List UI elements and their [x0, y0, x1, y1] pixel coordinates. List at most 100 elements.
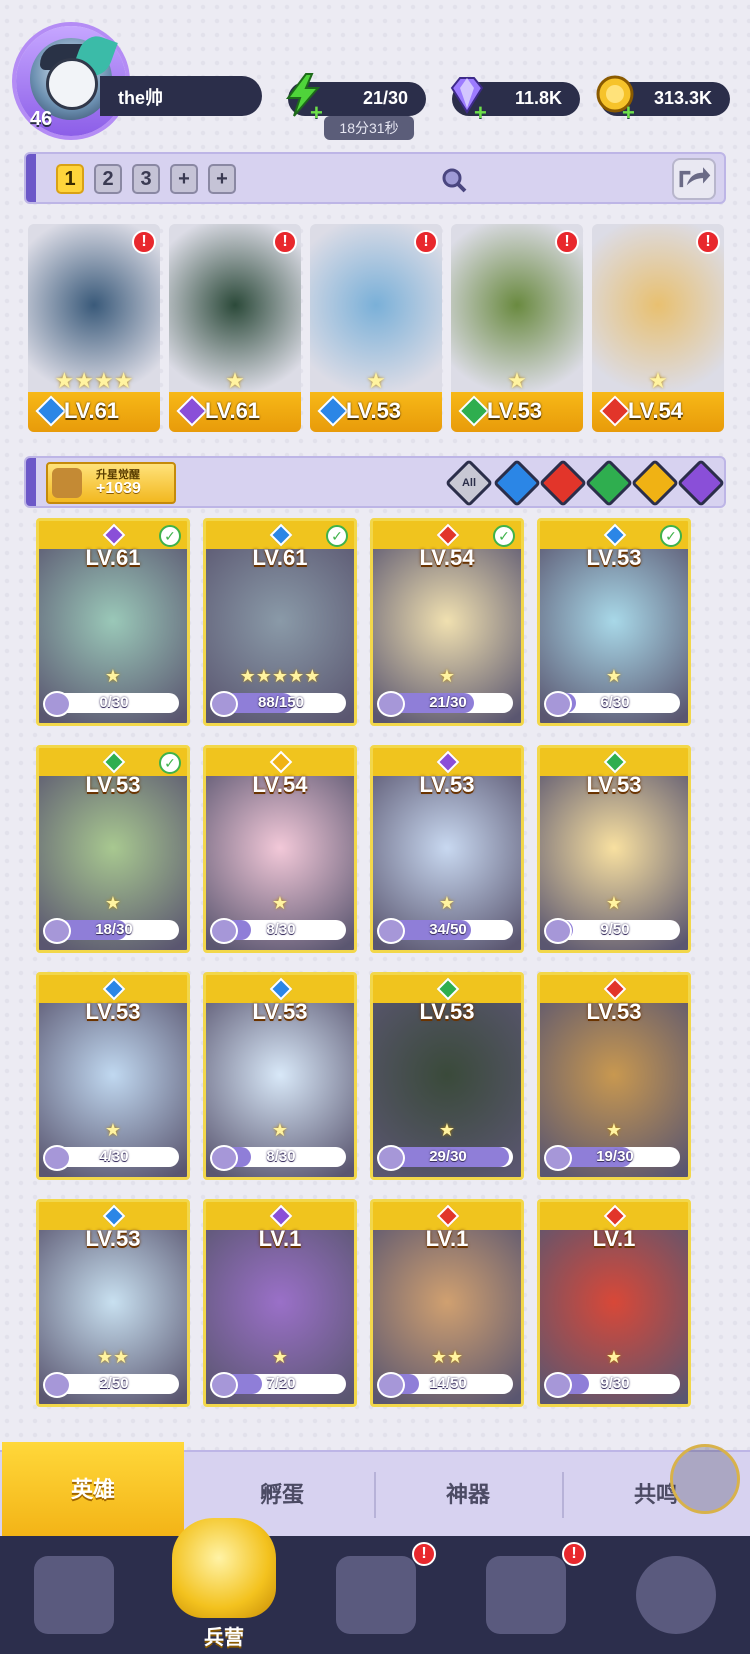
hero-stars: ★ — [648, 368, 668, 393]
hero-level: LV.53 — [85, 1226, 141, 1251]
hero-card[interactable]: ✓ LV.61 ★★★★★ 88/150 — [203, 518, 357, 726]
key-icon — [52, 468, 82, 498]
hero-card[interactable]: LV.53 ★ 29/30 — [370, 972, 524, 1180]
hero-card[interactable]: LV.1 ★ 7/20 — [203, 1199, 357, 1407]
energy-value: 21/30 — [362, 88, 408, 108]
hero-level: LV.61 — [205, 398, 261, 423]
team-tab-1[interactable]: 1 — [56, 164, 84, 194]
hero-level: LV.61 — [252, 545, 308, 570]
hero-stars: ★ — [366, 368, 386, 393]
hero-stars: ★★★★★ — [239, 666, 321, 686]
hero-card[interactable]: LV.53 ★ 4/30 — [36, 972, 190, 1180]
hero-card[interactable]: LV.53 ★ 8/30 — [203, 972, 357, 1180]
check-icon: ✓ — [326, 525, 348, 547]
shard-icon — [544, 918, 572, 944]
team-hero-card[interactable]: ! ★ LV.54 — [592, 224, 724, 432]
shard-icon — [544, 691, 572, 717]
element-fire-icon — [603, 1204, 627, 1228]
hero-card[interactable]: LV.53 ★★ 2/50 — [36, 1199, 190, 1407]
star-awaken-button[interactable]: 升星觉醒 +1039 — [46, 462, 176, 504]
hero-card[interactable]: ✓ LV.61 ★ 0/30 — [36, 518, 190, 726]
hero-stars: ★ — [438, 666, 456, 686]
energy-timer: 18分31秒 — [324, 116, 414, 140]
hero-stars: ★ — [271, 893, 289, 913]
plus-icon[interactable]: + — [474, 100, 487, 126]
sparkle-button[interactable] — [670, 1444, 740, 1514]
hero-card[interactable]: ✓ LV.54 ★ 21/30 — [370, 518, 524, 726]
team-tab-2[interactable]: 2 — [94, 164, 122, 194]
hero-level: LV.53 — [419, 999, 475, 1024]
hero-alert-badge: ! — [414, 230, 438, 254]
hero-level: LV.61 — [64, 398, 120, 423]
element-fire-icon — [603, 977, 627, 1001]
map-book-icon[interactable] — [336, 1556, 416, 1634]
team-selector-bar: 1 2 3 + + — [24, 152, 726, 204]
shard-icon — [544, 1145, 572, 1171]
hero-stars: ★ — [104, 1120, 122, 1140]
hero-stars: ★ — [271, 1347, 289, 1367]
barracks-nav-button[interactable]: 兵营 — [166, 1512, 282, 1654]
bottom-nav: ! ! — [0, 1536, 750, 1654]
filter-water-icon[interactable] — [492, 458, 542, 508]
hero-level: LV.53 — [346, 398, 402, 423]
hero-card[interactable]: LV.1 ★ 9/30 — [537, 1199, 691, 1407]
hero-level: LV.54 — [252, 772, 308, 797]
filter-dark-icon[interactable] — [676, 458, 726, 508]
hero-alert-badge: ! — [696, 230, 720, 254]
hero-stars: ★ — [104, 666, 122, 686]
team-hero-card[interactable]: ! ★ LV.53 — [310, 224, 442, 432]
team-tab-add-2[interactable]: + — [208, 164, 236, 194]
hero-card[interactable]: LV.53 ★ 34/50 — [370, 745, 524, 953]
team-hero-card[interactable]: ! ★ LV.53 — [451, 224, 583, 432]
check-icon: ✓ — [159, 525, 181, 547]
shard-icon — [377, 1145, 405, 1171]
hero-card[interactable]: LV.54 ★ 8/30 — [203, 745, 357, 953]
player-name-plate: the帅 — [100, 76, 262, 116]
team-hero-card[interactable]: ! ★ LV.61 — [169, 224, 301, 432]
hero-alert-badge: ! — [273, 230, 297, 254]
element-water-icon — [269, 523, 293, 547]
hero-stars: ★ — [605, 1347, 623, 1367]
coins-resource[interactable]: + 313.3K — [596, 75, 730, 125]
hero-card[interactable]: LV.1 ★★ 14/50 — [370, 1199, 524, 1407]
filter-nature-icon[interactable] — [584, 458, 634, 508]
tab-artifacts[interactable]: 神器 — [376, 1452, 560, 1538]
gems-resource[interactable]: + 11.8K — [450, 77, 580, 125]
hero-card[interactable]: LV.53 ★ 19/30 — [537, 972, 691, 1180]
hero-card[interactable]: ✓ LV.53 ★ 6/30 — [537, 518, 691, 726]
hero-alert-badge: ! — [555, 230, 579, 254]
shard-icon — [377, 1372, 405, 1398]
filter-all-label: All — [461, 477, 477, 489]
shard-icon — [210, 1372, 238, 1398]
hero-level: LV.53 — [586, 772, 642, 797]
player-name: the帅 — [118, 88, 163, 108]
plus-icon[interactable]: + — [310, 100, 323, 126]
search-icon[interactable] — [440, 166, 468, 194]
team-tab-3[interactable]: 3 — [132, 164, 160, 194]
hero-stars: ★ — [605, 1120, 623, 1140]
check-icon: ✓ — [660, 525, 682, 547]
hero-level: LV.54 — [628, 398, 684, 423]
hero-level: LV.53 — [586, 545, 642, 570]
hero-level: LV.53 — [85, 999, 141, 1024]
share-button[interactable] — [672, 158, 716, 200]
filter-light-icon[interactable] — [630, 458, 680, 508]
shard-icon — [210, 691, 238, 717]
hero-card[interactable]: ✓ LV.53 ★ 18/30 — [36, 745, 190, 953]
element-water-icon — [269, 977, 293, 1001]
energy-resource[interactable]: + 21/30 — [286, 73, 426, 125]
shard-icon — [43, 918, 71, 944]
filter-all-button[interactable]: All — [444, 458, 494, 508]
cards-icon[interactable] — [34, 1556, 114, 1634]
filter-fire-icon[interactable] — [538, 458, 588, 508]
team-tab-add-1[interactable]: + — [170, 164, 198, 194]
hero-stars: ★ — [507, 368, 527, 393]
coins-value: 313.3K — [653, 88, 712, 108]
temple-icon[interactable] — [486, 1556, 566, 1634]
team-hero-card[interactable]: ! ★★★★ LV.61 — [28, 224, 160, 432]
tab-heroes[interactable]: 英雄 — [2, 1442, 184, 1538]
plus-icon[interactable]: + — [622, 100, 635, 126]
shard-icon — [544, 1372, 572, 1398]
mushroom-icon[interactable] — [636, 1556, 716, 1634]
hero-card[interactable]: LV.53 ★ 9/50 — [537, 745, 691, 953]
